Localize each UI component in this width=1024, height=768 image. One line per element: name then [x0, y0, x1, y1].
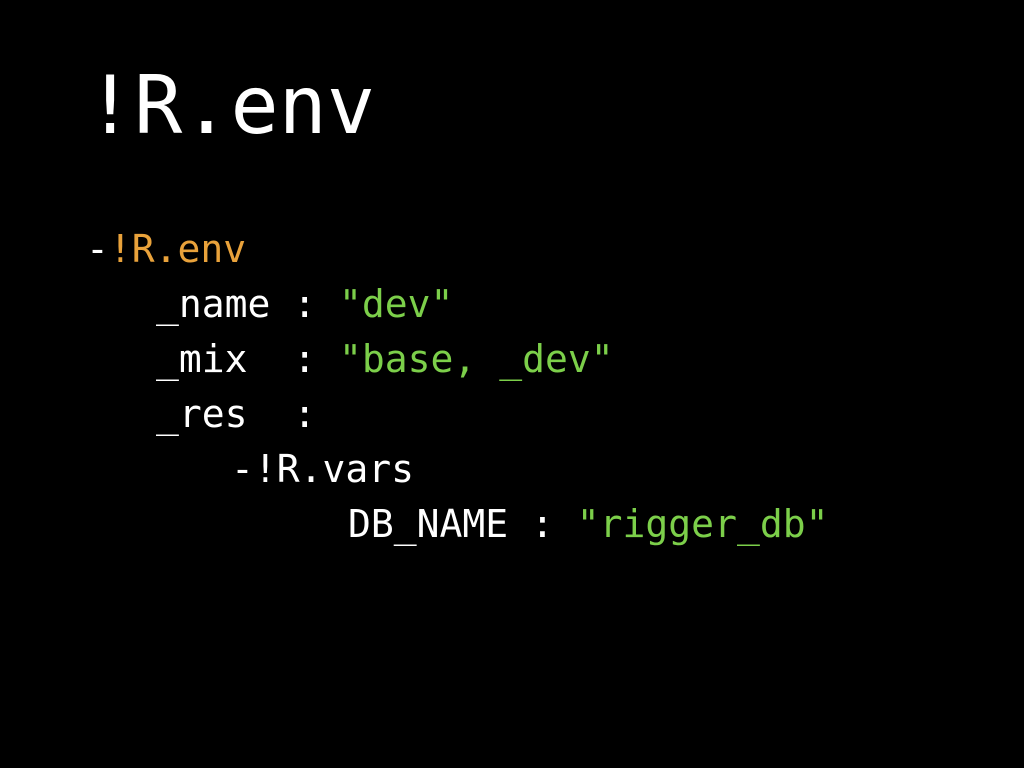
- env-tag: !R.env: [108, 227, 247, 271]
- mix-value: "base, _dev": [339, 337, 614, 381]
- code-line-db-name: DB_NAME : "rigger_db": [86, 497, 828, 552]
- db-name-key: DB_NAME :: [348, 502, 554, 546]
- name-key: _name :: [156, 282, 317, 326]
- code-line-name: _name : "dev": [86, 277, 828, 332]
- code-line-mix: _mix : "base, _dev": [86, 332, 828, 387]
- code-line-res: _res :: [86, 387, 828, 442]
- vars-tag: -!R.vars: [231, 447, 415, 491]
- list-dash: -: [86, 227, 109, 271]
- code-line-env: -!R.env: [86, 222, 828, 277]
- mix-key: _mix :: [156, 337, 317, 381]
- slide-title: !R.env: [86, 59, 375, 152]
- name-value: "dev": [339, 282, 454, 326]
- slide: !R.env -!R.env _name : "dev" _mix : "bas…: [0, 0, 1024, 768]
- db-name-value: "rigger_db": [576, 502, 829, 546]
- res-key: _res :: [156, 392, 317, 436]
- code-block: -!R.env _name : "dev" _mix : "base, _dev…: [86, 222, 828, 552]
- code-line-vars: -!R.vars: [86, 442, 828, 497]
